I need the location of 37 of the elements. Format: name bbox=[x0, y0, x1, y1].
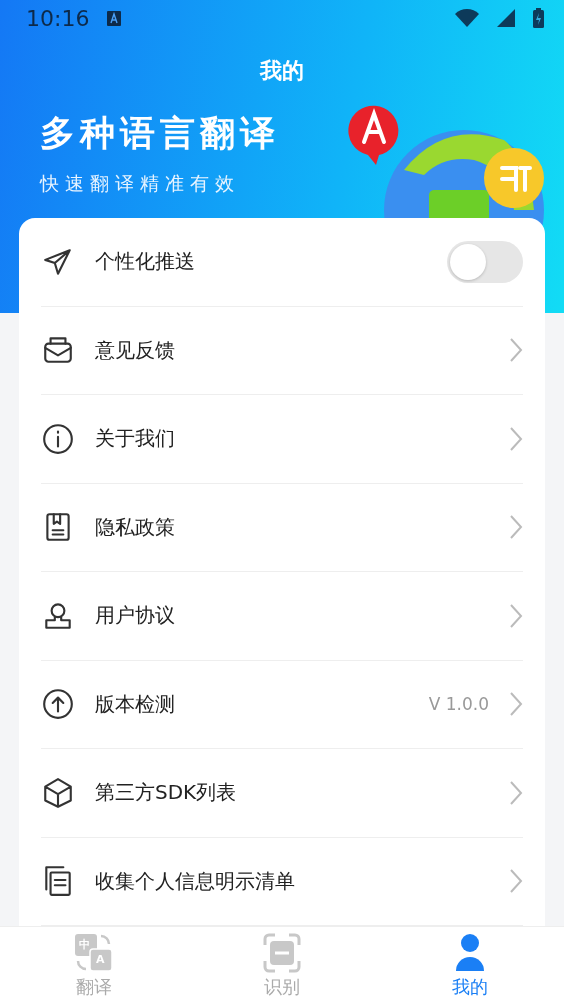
settings-row[interactable]: 意见反馈 bbox=[41, 306, 523, 395]
signal-icon bbox=[497, 9, 515, 27]
settings-row[interactable]: 关于我们 bbox=[41, 395, 523, 484]
row-label: 用户协议 bbox=[95, 602, 176, 630]
chevron-icon bbox=[509, 514, 523, 541]
row-label: 第三方SDK列表 bbox=[95, 779, 238, 807]
banner-subline: 快速翻译精准有效 bbox=[40, 171, 241, 196]
version-text: V 1.0.0 bbox=[428, 694, 489, 715]
scan-icon bbox=[262, 932, 302, 973]
status-time: 10:16 bbox=[26, 5, 90, 31]
row-label: 个性化推送 bbox=[95, 248, 196, 276]
chevron-icon bbox=[509, 337, 523, 364]
settings-row[interactable]: 隐私政策 bbox=[41, 483, 523, 572]
settings-row[interactable]: 版本检测 V 1.0.0 bbox=[41, 660, 523, 749]
chevron-icon bbox=[509, 602, 523, 629]
row-label: 收集个人信息明示清单 bbox=[95, 867, 296, 895]
chevron-icon bbox=[509, 691, 523, 718]
chevron-icon bbox=[509, 425, 523, 452]
settings-row[interactable]: 第三方SDK列表 bbox=[41, 749, 523, 838]
row-label: 版本检测 bbox=[95, 690, 176, 718]
upload-icon bbox=[41, 687, 75, 722]
push-switch[interactable] bbox=[447, 240, 523, 283]
nav-tab[interactable]: 我的 bbox=[376, 927, 564, 1004]
settings-row[interactable]: 个性化推送 bbox=[41, 218, 523, 307]
notification-icon bbox=[107, 10, 122, 26]
row-label: 隐私政策 bbox=[95, 513, 176, 541]
info-icon bbox=[41, 421, 75, 456]
chevron-icon bbox=[509, 779, 523, 806]
row-label: 意见反馈 bbox=[95, 336, 176, 364]
wifi-icon bbox=[455, 9, 479, 27]
settings-row[interactable]: 用户协议 bbox=[41, 572, 523, 661]
page-title: 我的 bbox=[258, 57, 305, 85]
chevron-icon bbox=[509, 868, 523, 895]
row-label: 关于我们 bbox=[95, 425, 176, 453]
cube-icon bbox=[41, 775, 75, 810]
banner-headline: 多种语言翻译 bbox=[40, 112, 280, 155]
battery-icon bbox=[533, 8, 544, 28]
